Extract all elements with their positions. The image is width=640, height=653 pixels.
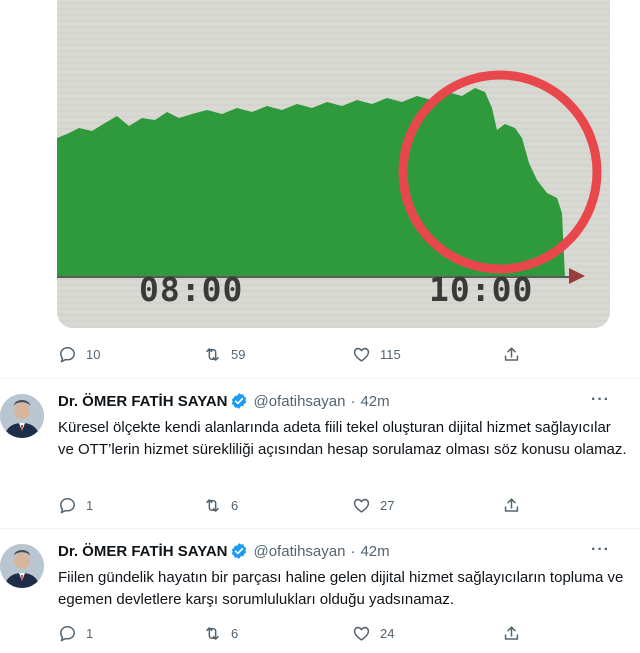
like-button[interactable]: 115 — [352, 341, 401, 367]
like-count: 27 — [380, 497, 395, 513]
like-icon — [353, 347, 370, 362]
separator-dot: · — [350, 542, 356, 560]
retweet-button[interactable]: 6 — [203, 620, 238, 646]
like-icon — [353, 626, 370, 641]
share-icon — [504, 497, 519, 512]
author-name[interactable]: Dr. ÖMER FATİH SAYAN — [58, 543, 227, 560]
divider — [0, 378, 640, 379]
author-handle[interactable]: @ofatihsayan — [253, 393, 345, 410]
more-icon[interactable]: ··· — [591, 391, 610, 409]
tweet-media-image[interactable]: 08:00 10:00 — [57, 0, 610, 328]
retweet-icon — [206, 498, 219, 512]
avatar-photo — [0, 544, 44, 588]
author-name[interactable]: Dr. ÖMER FATİH SAYAN — [58, 393, 227, 410]
like-count: 24 — [380, 625, 395, 641]
share-icon — [504, 346, 519, 361]
like-icon — [353, 498, 370, 513]
tweet-text: Fiilen gündelik hayatın bir parçası hali… — [58, 569, 624, 608]
share-icon — [504, 625, 519, 640]
share-button[interactable] — [502, 492, 521, 518]
reply-icon — [60, 625, 75, 641]
tweet-text: Küresel ölçekte kendi alanlarında adeta … — [58, 419, 627, 458]
tweet-actions: 1 6 24 — [0, 620, 640, 646]
separator-dot: · — [350, 392, 356, 410]
share-button[interactable] — [502, 341, 521, 367]
retweet-count: 59 — [231, 346, 246, 362]
reply-icon — [60, 346, 75, 362]
reply-count: 1 — [86, 625, 94, 641]
like-count: 115 — [380, 346, 401, 362]
tweet-time[interactable]: 42m — [360, 393, 389, 410]
retweet-icon — [206, 626, 219, 640]
tweet-time[interactable]: 42m — [360, 543, 389, 560]
retweet-count: 6 — [231, 497, 239, 513]
reply-count: 10 — [86, 346, 101, 362]
like-button[interactable]: 27 — [352, 492, 394, 518]
reply-count: 1 — [86, 497, 94, 513]
avatar[interactable] — [0, 544, 44, 588]
verified-badge-icon — [232, 393, 247, 409]
retweet-count: 6 — [231, 625, 239, 641]
time-label-start: 08:00 — [139, 270, 244, 309]
reply-button[interactable]: 1 — [58, 492, 93, 518]
more-icon[interactable]: ··· — [591, 541, 610, 559]
tweet-actions: 1 6 27 — [0, 492, 640, 518]
avatar-photo — [0, 394, 44, 438]
reply-button[interactable]: 1 — [58, 620, 93, 646]
reply-icon — [60, 497, 75, 513]
tweet-actions: 10 59 115 — [0, 341, 640, 367]
reply-button[interactable]: 10 — [58, 341, 100, 367]
verified-badge-icon — [232, 543, 247, 559]
author-handle[interactable]: @ofatihsayan — [253, 543, 345, 560]
divider — [0, 528, 640, 529]
tweet-header: Dr. ÖMER FATİH SAYAN @ofatihsayan · 42m — [58, 392, 390, 410]
like-button[interactable]: 24 — [352, 620, 394, 646]
tweet-header: Dr. ÖMER FATİH SAYAN @ofatihsayan · 42m — [58, 542, 390, 560]
avatar[interactable] — [0, 394, 44, 438]
time-label-end: 10:00 — [429, 270, 534, 309]
retweet-icon — [206, 347, 219, 361]
share-button[interactable] — [502, 620, 521, 646]
retweet-button[interactable]: 6 — [203, 492, 238, 518]
retweet-button[interactable]: 59 — [203, 341, 245, 367]
